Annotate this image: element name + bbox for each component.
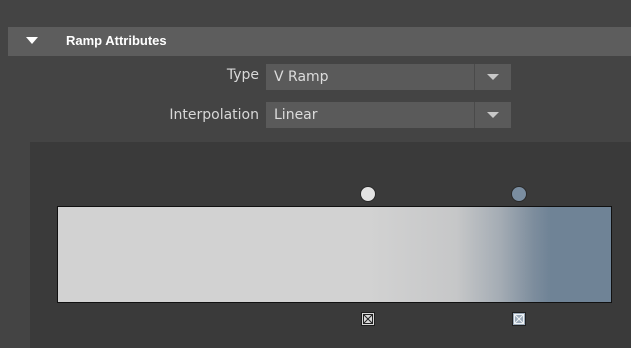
x-box-icon (363, 314, 373, 324)
type-dropdown[interactable]: V Ramp (266, 64, 511, 90)
type-dropdown-button[interactable] (474, 64, 511, 90)
ramp-stop-delete-2[interactable] (512, 312, 526, 326)
ramp-attributes-header[interactable]: Ramp Attributes (8, 27, 631, 56)
chevron-down-icon (487, 112, 499, 118)
type-value: V Ramp (274, 69, 329, 85)
color-ramp[interactable] (57, 206, 612, 303)
chevron-down-icon (487, 74, 499, 80)
interpolation-dropdown[interactable]: Linear (266, 102, 511, 128)
section-title: Ramp Attributes (66, 33, 167, 48)
interpolation-dropdown-button[interactable] (474, 102, 511, 128)
interpolation-label: Interpolation (169, 107, 259, 123)
x-box-icon (514, 314, 524, 324)
ramp-stop-handle-1[interactable] (360, 186, 376, 202)
interpolation-value: Linear (274, 107, 318, 123)
top-strip (0, 0, 631, 24)
ramp-stop-handle-2[interactable] (511, 186, 527, 202)
ramp-stop-delete-1[interactable] (361, 312, 375, 326)
collapse-triangle-icon[interactable] (26, 37, 38, 44)
type-label: Type (226, 67, 259, 83)
